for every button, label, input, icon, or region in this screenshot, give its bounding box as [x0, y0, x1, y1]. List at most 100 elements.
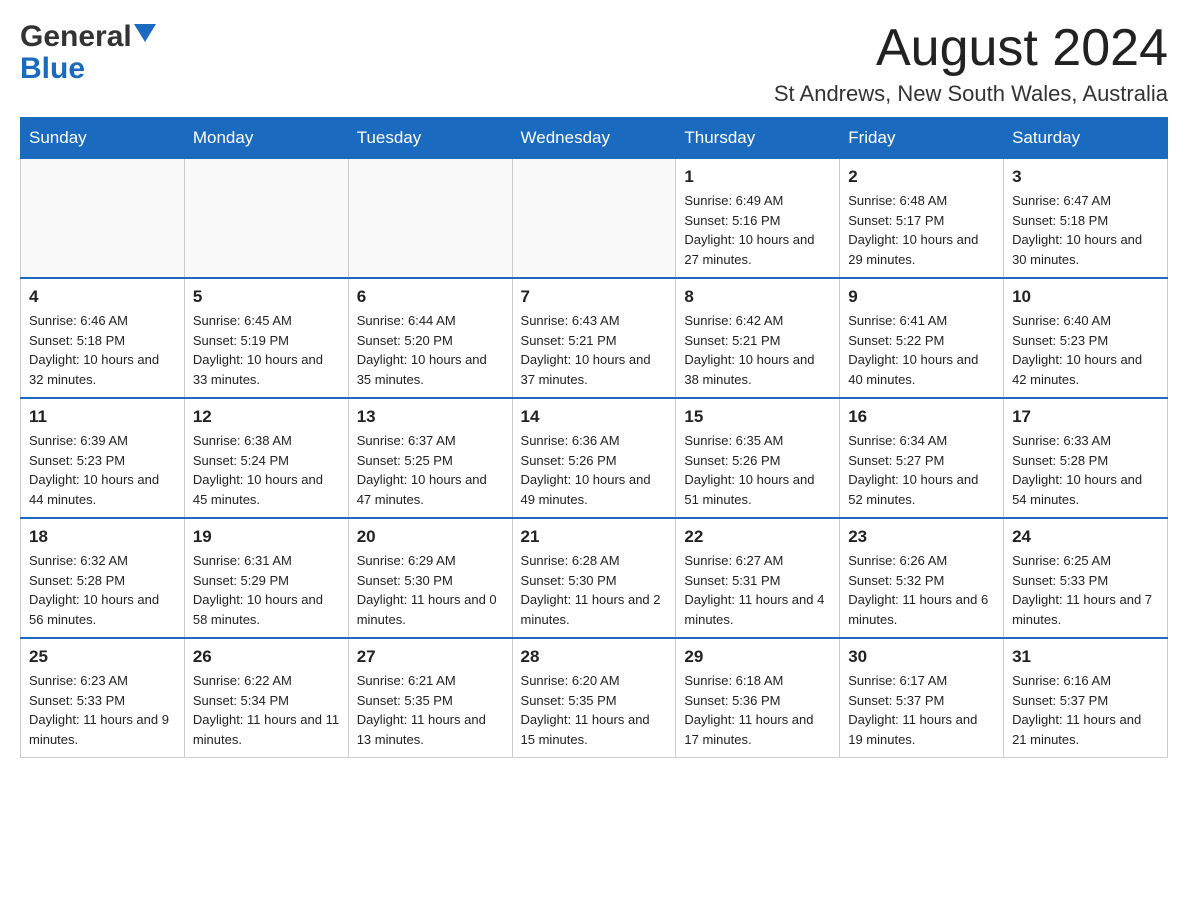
day-info: Sunrise: 6:39 AMSunset: 5:23 PMDaylight:…	[29, 431, 176, 509]
day-number: 25	[29, 647, 176, 667]
page-header: General Blue August 2024 St Andrews, New…	[20, 20, 1168, 107]
calendar-week-row: 25 Sunrise: 6:23 AMSunset: 5:33 PMDayligh…	[21, 638, 1168, 758]
calendar-cell: 31 Sunrise: 6:16 AMSunset: 5:37 PMDayligh…	[1004, 638, 1168, 758]
calendar-cell: 21 Sunrise: 6:28 AMSunset: 5:30 PMDayligh…	[512, 518, 676, 638]
logo-general-text: General	[20, 20, 132, 54]
day-number: 21	[521, 527, 668, 547]
day-number: 13	[357, 407, 504, 427]
day-number: 30	[848, 647, 995, 667]
day-number: 26	[193, 647, 340, 667]
day-info: Sunrise: 6:25 AMSunset: 5:33 PMDaylight:…	[1012, 551, 1159, 629]
calendar-cell: 15Sunrise: 6:35 AMSunset: 5:26 PMDayligh…	[676, 398, 840, 518]
calendar-header-friday: Friday	[840, 118, 1004, 159]
calendar-cell: 13 Sunrise: 6:37 AMSunset: 5:25 PMDayligh…	[348, 398, 512, 518]
day-info: Sunrise: 6:49 AMSunset: 5:16 PMDaylight:…	[684, 191, 831, 269]
calendar-cell: 7 Sunrise: 6:43 AMSunset: 5:21 PMDaylight…	[512, 278, 676, 398]
calendar-week-row: 18 Sunrise: 6:32 AMSunset: 5:28 PMDayligh…	[21, 518, 1168, 638]
calendar-header-wednesday: Wednesday	[512, 118, 676, 159]
calendar-cell: 19 Sunrise: 6:31 AMSunset: 5:29 PMDayligh…	[184, 518, 348, 638]
day-number: 27	[357, 647, 504, 667]
month-title: August 2024	[774, 20, 1168, 77]
day-number: 16	[848, 407, 995, 427]
day-info: Sunrise: 6:38 AMSunset: 5:24 PMDaylight:…	[193, 431, 340, 509]
day-info: Sunrise: 6:37 AMSunset: 5:25 PMDaylight:…	[357, 431, 504, 509]
day-info: Sunrise: 6:26 AMSunset: 5:32 PMDaylight:…	[848, 551, 995, 629]
calendar-cell: 6 Sunrise: 6:44 AMSunset: 5:20 PMDaylight…	[348, 278, 512, 398]
calendar-cell: 10 Sunrise: 6:40 AMSunset: 5:23 PMDayligh…	[1004, 278, 1168, 398]
day-number: 3	[1012, 167, 1159, 187]
day-number: 2	[848, 167, 995, 187]
calendar-cell	[21, 159, 185, 279]
day-number: 12	[193, 407, 340, 427]
calendar-cell: 2 Sunrise: 6:48 AMSunset: 5:17 PMDaylight…	[840, 159, 1004, 279]
calendar-cell: 4Sunrise: 6:46 AMSunset: 5:18 PMDaylight…	[21, 278, 185, 398]
calendar-cell	[184, 159, 348, 279]
calendar-header-sunday: Sunday	[21, 118, 185, 159]
day-info: Sunrise: 6:43 AMSunset: 5:21 PMDaylight:…	[521, 311, 668, 389]
calendar-cell: 24 Sunrise: 6:25 AMSunset: 5:33 PMDayligh…	[1004, 518, 1168, 638]
day-number: 5	[193, 287, 340, 307]
day-number: 9	[848, 287, 995, 307]
day-number: 8	[684, 287, 831, 307]
day-info: Sunrise: 6:35 AMSunset: 5:26 PMDaylight:…	[684, 431, 831, 509]
calendar-cell: 29Sunrise: 6:18 AMSunset: 5:36 PMDayligh…	[676, 638, 840, 758]
calendar-week-row: 1Sunrise: 6:49 AMSunset: 5:16 PMDaylight…	[21, 159, 1168, 279]
day-info: Sunrise: 6:44 AMSunset: 5:20 PMDaylight:…	[357, 311, 504, 389]
calendar-cell	[512, 159, 676, 279]
day-info: Sunrise: 6:36 AMSunset: 5:26 PMDaylight:…	[521, 431, 668, 509]
logo: General Blue	[20, 20, 156, 86]
day-number: 11	[29, 407, 176, 427]
day-info: Sunrise: 6:48 AMSunset: 5:17 PMDaylight:…	[848, 191, 995, 269]
day-info: Sunrise: 6:20 AMSunset: 5:35 PMDaylight:…	[521, 671, 668, 749]
day-info: Sunrise: 6:27 AMSunset: 5:31 PMDaylight:…	[684, 551, 831, 629]
day-info: Sunrise: 6:45 AMSunset: 5:19 PMDaylight:…	[193, 311, 340, 389]
calendar-week-row: 4Sunrise: 6:46 AMSunset: 5:18 PMDaylight…	[21, 278, 1168, 398]
day-number: 28	[521, 647, 668, 667]
calendar-table: SundayMondayTuesdayWednesdayThursdayFrid…	[20, 117, 1168, 758]
calendar-cell: 14 Sunrise: 6:36 AMSunset: 5:26 PMDayligh…	[512, 398, 676, 518]
day-info: Sunrise: 6:28 AMSunset: 5:30 PMDaylight:…	[521, 551, 668, 629]
day-number: 20	[357, 527, 504, 547]
day-number: 14	[521, 407, 668, 427]
calendar-cell: 20 Sunrise: 6:29 AMSunset: 5:30 PMDayligh…	[348, 518, 512, 638]
calendar-cell: 16 Sunrise: 6:34 AMSunset: 5:27 PMDayligh…	[840, 398, 1004, 518]
day-number: 22	[684, 527, 831, 547]
day-info: Sunrise: 6:23 AMSunset: 5:33 PMDaylight:…	[29, 671, 176, 749]
calendar-cell: 9Sunrise: 6:41 AMSunset: 5:22 PMDaylight…	[840, 278, 1004, 398]
calendar-cell: 22 Sunrise: 6:27 AMSunset: 5:31 PMDayligh…	[676, 518, 840, 638]
day-info: Sunrise: 6:47 AMSunset: 5:18 PMDaylight:…	[1012, 191, 1159, 269]
calendar-cell: 18 Sunrise: 6:32 AMSunset: 5:28 PMDayligh…	[21, 518, 185, 638]
logo-triangle-icon	[134, 24, 156, 46]
day-number: 23	[848, 527, 995, 547]
day-info: Sunrise: 6:29 AMSunset: 5:30 PMDaylight:…	[357, 551, 504, 629]
calendar-cell: 23 Sunrise: 6:26 AMSunset: 5:32 PMDayligh…	[840, 518, 1004, 638]
calendar-cell: 25 Sunrise: 6:23 AMSunset: 5:33 PMDayligh…	[21, 638, 185, 758]
calendar-cell: 5 Sunrise: 6:45 AMSunset: 5:19 PMDaylight…	[184, 278, 348, 398]
calendar-cell: 26 Sunrise: 6:22 AMSunset: 5:34 PMDayligh…	[184, 638, 348, 758]
logo-blue-text: Blue	[20, 52, 85, 85]
calendar-cell: 3 Sunrise: 6:47 AMSunset: 5:18 PMDaylight…	[1004, 159, 1168, 279]
day-info: Sunrise: 6:22 AMSunset: 5:34 PMDaylight:…	[193, 671, 340, 749]
day-number: 31	[1012, 647, 1159, 667]
calendar-header-row: SundayMondayTuesdayWednesdayThursdayFrid…	[21, 118, 1168, 159]
day-number: 24	[1012, 527, 1159, 547]
day-info: Sunrise: 6:32 AMSunset: 5:28 PMDaylight:…	[29, 551, 176, 629]
day-number: 10	[1012, 287, 1159, 307]
calendar-header-saturday: Saturday	[1004, 118, 1168, 159]
calendar-cell: 12 Sunrise: 6:38 AMSunset: 5:24 PMDayligh…	[184, 398, 348, 518]
day-info: Sunrise: 6:16 AMSunset: 5:37 PMDaylight:…	[1012, 671, 1159, 749]
day-number: 17	[1012, 407, 1159, 427]
day-info: Sunrise: 6:21 AMSunset: 5:35 PMDaylight:…	[357, 671, 504, 749]
day-number: 7	[521, 287, 668, 307]
day-info: Sunrise: 6:42 AMSunset: 5:21 PMDaylight:…	[684, 311, 831, 389]
calendar-cell: 30Sunrise: 6:17 AMSunset: 5:37 PMDayligh…	[840, 638, 1004, 758]
day-info: Sunrise: 6:31 AMSunset: 5:29 PMDaylight:…	[193, 551, 340, 629]
day-number: 18	[29, 527, 176, 547]
day-number: 19	[193, 527, 340, 547]
day-info: Sunrise: 6:34 AMSunset: 5:27 PMDaylight:…	[848, 431, 995, 509]
day-info: Sunrise: 6:40 AMSunset: 5:23 PMDaylight:…	[1012, 311, 1159, 389]
calendar-cell: 17Sunrise: 6:33 AMSunset: 5:28 PMDayligh…	[1004, 398, 1168, 518]
calendar-header-thursday: Thursday	[676, 118, 840, 159]
day-number: 4	[29, 287, 176, 307]
day-number: 6	[357, 287, 504, 307]
